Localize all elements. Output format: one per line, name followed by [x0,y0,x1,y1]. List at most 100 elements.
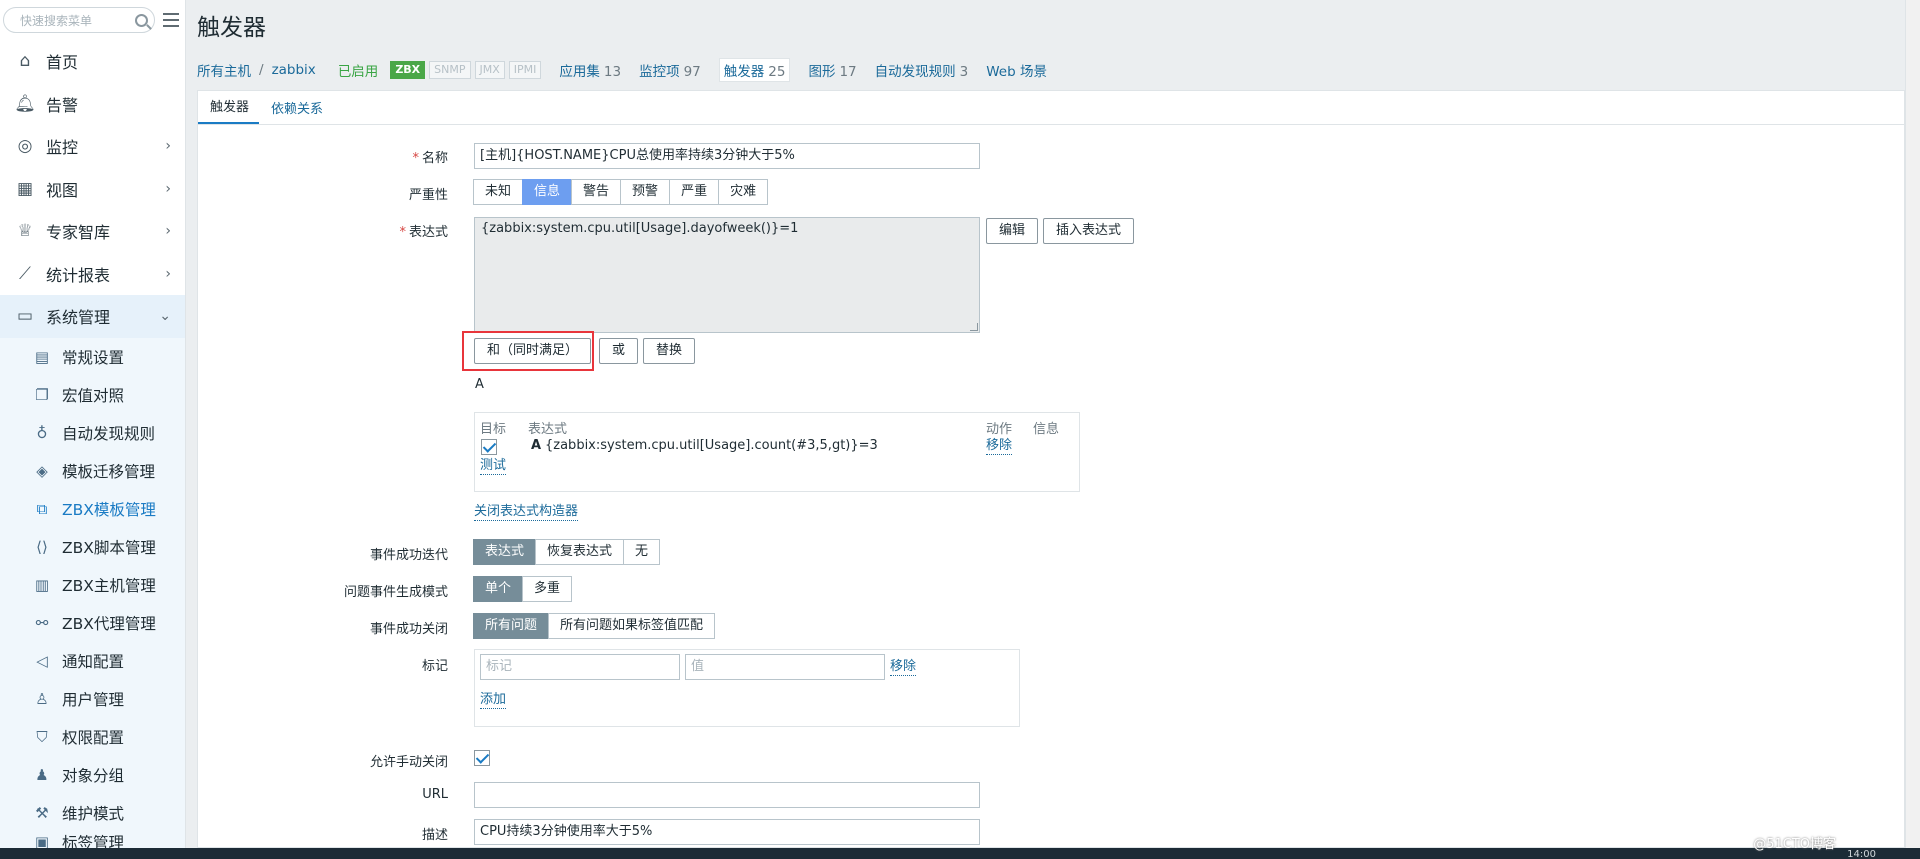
search-input[interactable]: 快速搜索菜单 [3,7,156,33]
home-icon: ⌂ [19,51,31,72]
problem-mode-option-single[interactable]: 单个 [473,576,524,602]
menu-item-expert-knowledge[interactable]: ♕ 专家智库 › [0,210,185,253]
sub-item-label: ZBX脚本管理 [62,538,156,557]
nav-link-label[interactable]: Web 场景 [986,64,1047,80]
row-expression: {zabbix:system.cpu.util[Usage].count(#3,… [545,438,878,453]
tags-label: 标记 [421,659,448,674]
sub-item-label: 通知配置 [62,652,125,671]
tag-add-link[interactable]: 添加 [480,692,507,709]
problem-mode-option-multiple[interactable]: 多重 [522,576,573,602]
tab-dependencies[interactable]: 依赖关系 [259,98,333,124]
sub-item-object-groups[interactable]: ♟ 对象分组 [0,756,185,794]
insert-expression-button[interactable]: 插入表达式 [1043,218,1135,244]
required-asterisk: * [412,151,419,166]
col-info: 信息 [1033,422,1060,437]
sub-item-zbx-proxies[interactable]: ⚯ ZBX代理管理 [0,604,185,642]
sub-item-permissions[interactable]: ⛉ 权限配置 [0,718,185,756]
menu-item-views[interactable]: ▦ 视图 › [0,168,185,211]
chevron-right-icon: › [165,223,171,240]
menu-item-alerts[interactable]: 🔔︎ 告警 [0,83,185,126]
nav-link-label[interactable]: 监控项 [639,64,680,80]
monitor-eye-icon: ◎ [17,136,33,157]
sub-item-discovery-rules[interactable]: ♁ 自动发现规则 [0,414,185,452]
or-button[interactable]: 或 [599,338,639,364]
sub-item-zbx-templates[interactable]: ⧉ ZBX模板管理 [0,490,185,528]
menu-item-home[interactable]: ⌂ 首页 [0,40,185,83]
hamburger-menu-icon[interactable] [163,13,179,27]
and-button[interactable]: 和（同时满足） [474,338,592,364]
menu-item-monitoring[interactable]: ◎ 监控 › [0,125,185,168]
nav-link-discovery-rules[interactable]: 自动发现规则 3 [875,60,969,80]
severity-option-not-classified[interactable]: 未知 [473,179,524,205]
nav-link-web-scenarios[interactable]: Web 场景 [986,60,1047,80]
search-placeholder: 快速搜索菜单 [20,13,93,28]
resize-handle-icon[interactable] [970,323,978,331]
severity-option-average[interactable]: 预警 [620,179,671,205]
nav-link-label[interactable]: 图形 [808,64,835,80]
edit-button[interactable]: 编辑 [986,218,1039,244]
breadcrumb-all-hosts[interactable]: 所有主机 [197,60,251,80]
nav-link-label[interactable]: 触发器 [724,64,765,80]
tag-value-input[interactable]: 值 [685,654,885,680]
code-file-icon: ⟨⟩ [36,537,48,556]
target-checkbox[interactable] [481,439,497,455]
severity-option-information[interactable]: 信息 [522,179,573,205]
sub-item-maintenance[interactable]: ⚒ 维护模式 [0,794,185,832]
name-input[interactable]: [主机]{HOST.NAME}CPU总使用率持续3分钟大于5% [474,143,980,169]
sub-item-zbx-hosts[interactable]: ▥ ZBX主机管理 [0,566,185,604]
url-input[interactable] [474,782,980,808]
vertical-scrollbar[interactable] [1905,0,1920,848]
expression-builder-table: 目标 表达式 动作 信息 A {zabbix:system.cpu.util[U… [474,412,1080,492]
tag-remove-link[interactable]: 移除 [890,659,917,676]
desktop-icon: ▭ [16,306,34,327]
breadcrumb-host[interactable]: zabbix [272,62,316,78]
sub-item-users[interactable]: ♙ 用户管理 [0,680,185,718]
ok-event-option-none[interactable]: 无 [623,539,661,565]
page-title: 触发器 [197,15,266,41]
menu-item-system-admin[interactable]: ▭ 系统管理 ⌄ [0,295,185,338]
host-status-enabled[interactable]: 已启用 [338,60,379,80]
sub-item-label: 模板迁移管理 [62,462,156,481]
ok-close-option-tag-match[interactable]: 所有问题如果标签值匹配 [548,613,716,639]
severity-option-disaster[interactable]: 灾难 [718,179,769,205]
remove-expression-link[interactable]: 移除 [986,438,1013,455]
severity-option-warning[interactable]: 警告 [571,179,622,205]
sub-item-macros[interactable]: ❐ 宏值对照 [0,376,185,414]
description-textarea[interactable]: CPU持续3分钟使用率大于5% [474,819,980,845]
sidebar: 快速搜索菜单 ⌂ 首页 🔔︎ 告警 ◎ 监控 › ▦ 视图 › ♕ 专家智库 ›… [0,0,186,852]
sub-item-zbx-scripts[interactable]: ⟨⟩ ZBX脚本管理 [0,528,185,566]
ipmi-availability-badge: IPMI [508,61,542,79]
expression-label-text: 表达式 [408,225,448,240]
replace-button[interactable]: 替换 [643,338,696,364]
tag-name-input[interactable]: 标记 [480,654,680,680]
nav-link-label[interactable]: 自动发现规则 [875,64,956,80]
main-content: 触发器 所有主机 / zabbix 已启用 ZBX SNMP JMX IPMI … [187,0,1905,848]
severity-option-high[interactable]: 严重 [669,179,720,205]
nav-link-graphs[interactable]: 图形 17 [808,60,856,80]
ok-event-option-recovery-expression[interactable]: 恢复表达式 [535,539,625,565]
bulb-icon: ♁ [36,423,48,442]
template-icon: ⧉ [36,499,48,518]
menu-item-reports[interactable]: ⟋ 统计报表 › [0,253,185,296]
sub-item-general-settings[interactable]: ▤ 常规设置 [0,338,185,376]
url-label: URL [422,787,448,802]
menu-item-label: 视图 [46,180,79,200]
search-icon[interactable] [135,13,149,27]
allow-manual-close-checkbox[interactable] [474,750,490,766]
nav-link-label[interactable]: 应用集 [559,64,600,80]
sub-item-notifications[interactable]: ◁ 通知配置 [0,642,185,680]
nav-link-applications[interactable]: 应用集 13 [559,60,621,80]
close-expression-builder-link[interactable]: 关闭表达式构造器 [474,504,579,521]
test-expression-link[interactable]: 测试 [480,458,507,475]
chevron-right-icon: › [165,138,171,155]
ok-event-option-expression[interactable]: 表达式 [473,539,537,565]
nav-link-triggers[interactable]: 触发器 25 [718,58,791,82]
grid-icon: ▦ [16,178,34,199]
ok-close-option-all-problems[interactable]: 所有问题 [473,613,550,639]
menu-item-label: 首页 [46,53,79,73]
tab-trigger[interactable]: 触发器 [198,96,260,124]
nav-link-count: 97 [683,64,701,80]
nav-link-items[interactable]: 监控项 97 [639,60,701,80]
expression-textarea[interactable]: {zabbix:system.cpu.util[Usage].dayofweek… [474,217,980,333]
sub-item-template-migration[interactable]: ◈ 模板迁移管理 [0,452,185,490]
